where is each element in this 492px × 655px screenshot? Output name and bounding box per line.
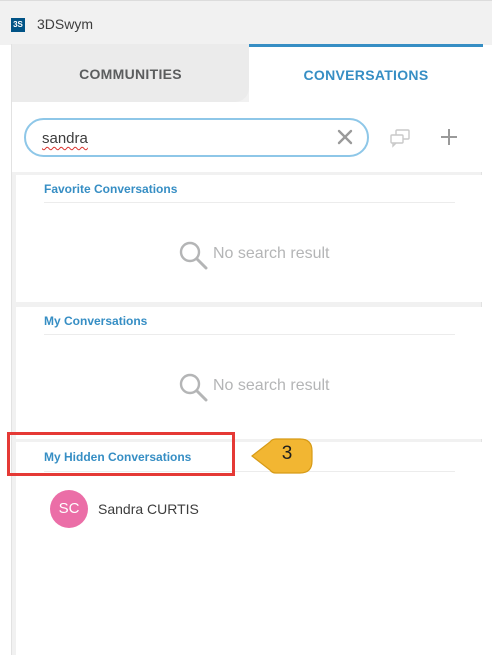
annotation-highlight-box bbox=[7, 432, 235, 476]
avatar[interactable]: SC bbox=[50, 490, 88, 528]
title-bar: 3S 3DSwym bbox=[0, 0, 492, 45]
list-item[interactable]: SC Sandra CURTIS bbox=[50, 490, 350, 528]
search-input-value[interactable]: sandra bbox=[42, 130, 88, 147]
search-toolbar: sandra bbox=[12, 102, 483, 172]
section-title[interactable]: My Conversations bbox=[44, 314, 147, 328]
app-title: 3DSwym bbox=[37, 16, 94, 32]
search-icon bbox=[179, 241, 208, 270]
app-logo-icon: 3S bbox=[11, 18, 25, 32]
add-icon[interactable] bbox=[439, 127, 459, 147]
contact-name[interactable]: Sandra CURTIS bbox=[98, 501, 199, 517]
section-title[interactable]: Favorite Conversations bbox=[44, 182, 177, 196]
tab-conversations[interactable]: CONVERSATIONS bbox=[249, 44, 483, 102]
search-input[interactable]: sandra bbox=[24, 118, 369, 157]
search-icon bbox=[179, 373, 208, 402]
empty-state-text: No search result bbox=[213, 245, 330, 262]
empty-state-text: No search result bbox=[213, 377, 330, 394]
favorite-conversations-section: Favorite Conversations No search result bbox=[16, 175, 483, 302]
clear-search-icon[interactable] bbox=[335, 127, 355, 147]
tab-communities[interactable]: COMMUNITIES bbox=[12, 44, 249, 102]
new-conversation-icon[interactable] bbox=[389, 128, 411, 148]
my-conversations-section: My Conversations No search result bbox=[16, 307, 483, 439]
divider bbox=[44, 334, 455, 335]
conversations-panel: COMMUNITIES CONVERSATIONS sandra Favorit… bbox=[11, 44, 483, 655]
annotation-step-number: 3 bbox=[281, 443, 293, 464]
divider bbox=[44, 202, 455, 203]
